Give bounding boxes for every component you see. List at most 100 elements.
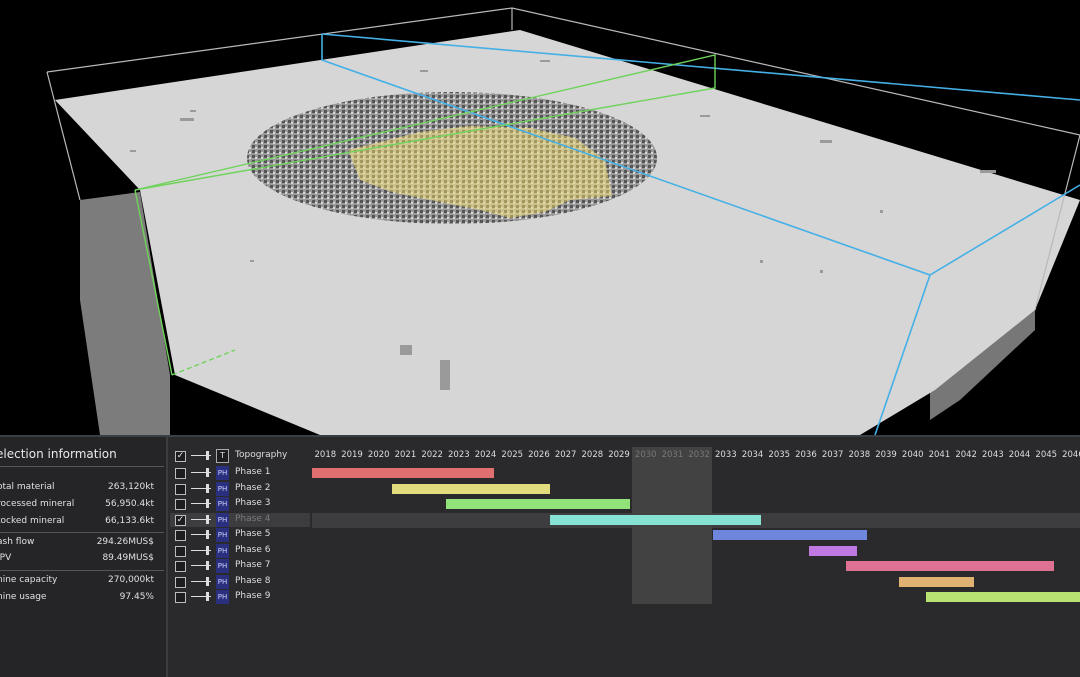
year-label: 2023	[448, 450, 470, 460]
info-value: 270,000kt	[108, 575, 154, 585]
phase-bar-8[interactable]	[899, 577, 975, 587]
opacity-slider[interactable]	[191, 561, 211, 570]
year-label: 2045	[1035, 450, 1058, 460]
opacity-slider[interactable]	[191, 515, 211, 524]
info-row-npv: IPV 89.49MUS$	[0, 553, 154, 567]
info-value: 66,133.6kt	[105, 516, 154, 526]
year-label: 2026	[528, 450, 550, 460]
layer-row-phase-9[interactable]: PH Phase 9	[170, 590, 310, 604]
layer-name: Phase 7	[235, 560, 271, 570]
info-label: nine usage	[0, 592, 47, 602]
year-label: 2020	[367, 450, 390, 460]
info-row-mine-usage: nine usage 97.45%	[0, 592, 154, 606]
phase-bar-3[interactable]	[445, 499, 630, 509]
visibility-checkbox[interactable]: ✓	[175, 515, 186, 526]
visibility-checkbox[interactable]	[175, 561, 186, 572]
visibility-checkbox[interactable]	[175, 546, 186, 557]
info-row-processed-mineral: rocessed mineral 56,950.4kt	[0, 499, 154, 513]
year-label: 2046	[1062, 450, 1080, 460]
layer-name: Phase 4	[235, 514, 271, 524]
info-row-total-material: otal material 263,120kt	[0, 482, 154, 496]
opacity-slider[interactable]	[191, 530, 211, 539]
divider	[0, 570, 164, 571]
phase-bar-5[interactable]	[712, 530, 868, 540]
opacity-slider[interactable]	[191, 484, 211, 493]
year-label: 2040	[901, 450, 924, 460]
selection-info-title: election information	[0, 447, 117, 461]
info-label: nine capacity	[0, 575, 58, 585]
visibility-checkbox[interactable]	[175, 468, 186, 479]
visibility-checkbox[interactable]	[175, 484, 186, 495]
terrain-scene	[46, 7, 1080, 435]
info-value: 56,950.4kt	[105, 499, 154, 509]
layer-name: Phase 1	[235, 467, 271, 477]
info-row-mine-capacity: nine capacity 270,000kt	[0, 575, 154, 589]
layer-row-topography[interactable]: ✓ T Topography	[170, 449, 310, 463]
layer-row-phase-8[interactable]: PH Phase 8	[170, 575, 310, 589]
opacity-slider[interactable]	[191, 546, 211, 555]
info-value: 263,120kt	[108, 482, 154, 492]
3d-viewport[interactable]	[0, 0, 1080, 435]
divider	[0, 466, 164, 467]
phase-bar-9[interactable]	[926, 592, 1080, 602]
year-label: 2037	[821, 450, 844, 460]
year-label: 2024	[474, 450, 497, 460]
info-label: ash flow	[0, 537, 35, 547]
opacity-slider[interactable]	[191, 577, 211, 586]
layer-row-phase-4[interactable]: ✓ PH Phase 4	[170, 513, 310, 527]
layer-row-phase-7[interactable]: PH Phase 7	[170, 559, 310, 573]
year-label: 2041	[928, 450, 951, 460]
layer-row-phase-5[interactable]: PH Phase 5	[170, 528, 310, 542]
layer-type-badge: PH	[216, 590, 229, 604]
visibility-checkbox[interactable]	[175, 577, 186, 588]
year-label: 2028	[581, 450, 604, 460]
opacity-slider[interactable]	[191, 451, 211, 460]
visibility-checkbox[interactable]: ✓	[175, 451, 186, 462]
phase-bar-4[interactable]	[549, 515, 761, 525]
layer-type-badge: PH	[216, 482, 229, 496]
layer-name: Phase 3	[235, 498, 271, 508]
opacity-slider[interactable]	[191, 468, 211, 477]
opacity-slider[interactable]	[191, 499, 211, 508]
phase-bar-6[interactable]	[808, 546, 857, 556]
bottom-panel: election information otal material 263,1…	[0, 435, 1080, 677]
selection-info-panel: election information otal material 263,1…	[0, 437, 168, 677]
opacity-slider[interactable]	[191, 592, 211, 601]
info-label: rocessed mineral	[0, 499, 75, 509]
layer-type-badge: PH	[216, 559, 229, 573]
info-label: tocked mineral	[0, 516, 65, 526]
info-label: IPV	[0, 553, 12, 563]
year-label: 2030	[634, 450, 657, 460]
layer-row-phase-6[interactable]: PH Phase 6	[170, 544, 310, 558]
info-value: 97.45%	[119, 592, 154, 602]
year-label: 2042	[955, 450, 977, 460]
year-label: 2027	[554, 450, 577, 460]
layer-type-badge: PH	[216, 575, 229, 589]
layer-name: Phase 2	[235, 483, 271, 493]
visibility-checkbox[interactable]	[175, 592, 186, 603]
year-label: 2021	[394, 450, 417, 460]
year-label: 2031	[661, 450, 684, 460]
layer-name: Phase 5	[235, 529, 271, 539]
layer-type-badge: PH	[216, 497, 229, 511]
phase-timeline[interactable]: 2018 2019 2020 2021 2022 2023 2024 2025 2026 2027…	[312, 437, 1080, 677]
visibility-checkbox[interactable]	[175, 530, 186, 541]
layers-panel: ✓ T Topography PH Phase 1 PH Phase 2 PH …	[170, 437, 310, 677]
divider	[0, 532, 164, 533]
year-label: 2032	[688, 450, 710, 460]
year-label: 2033	[715, 450, 737, 460]
terrain-surface	[55, 30, 1080, 435]
year-label: 2035	[768, 450, 791, 460]
year-label: 2025	[501, 450, 524, 460]
phase-bar-1[interactable]	[312, 468, 494, 478]
year-label: 2044	[1008, 450, 1031, 460]
layer-row-phase-3[interactable]: PH Phase 3	[170, 497, 310, 511]
layer-row-phase-2[interactable]: PH Phase 2	[170, 482, 310, 496]
info-value: 89.49MUS$	[102, 553, 154, 563]
layer-name: Topography	[235, 450, 288, 460]
phase-bar-7[interactable]	[846, 561, 1055, 571]
layer-row-phase-1[interactable]: PH Phase 1	[170, 466, 310, 480]
year-label: 2038	[848, 450, 871, 460]
visibility-checkbox[interactable]	[175, 499, 186, 510]
phase-bar-2[interactable]	[392, 484, 550, 494]
